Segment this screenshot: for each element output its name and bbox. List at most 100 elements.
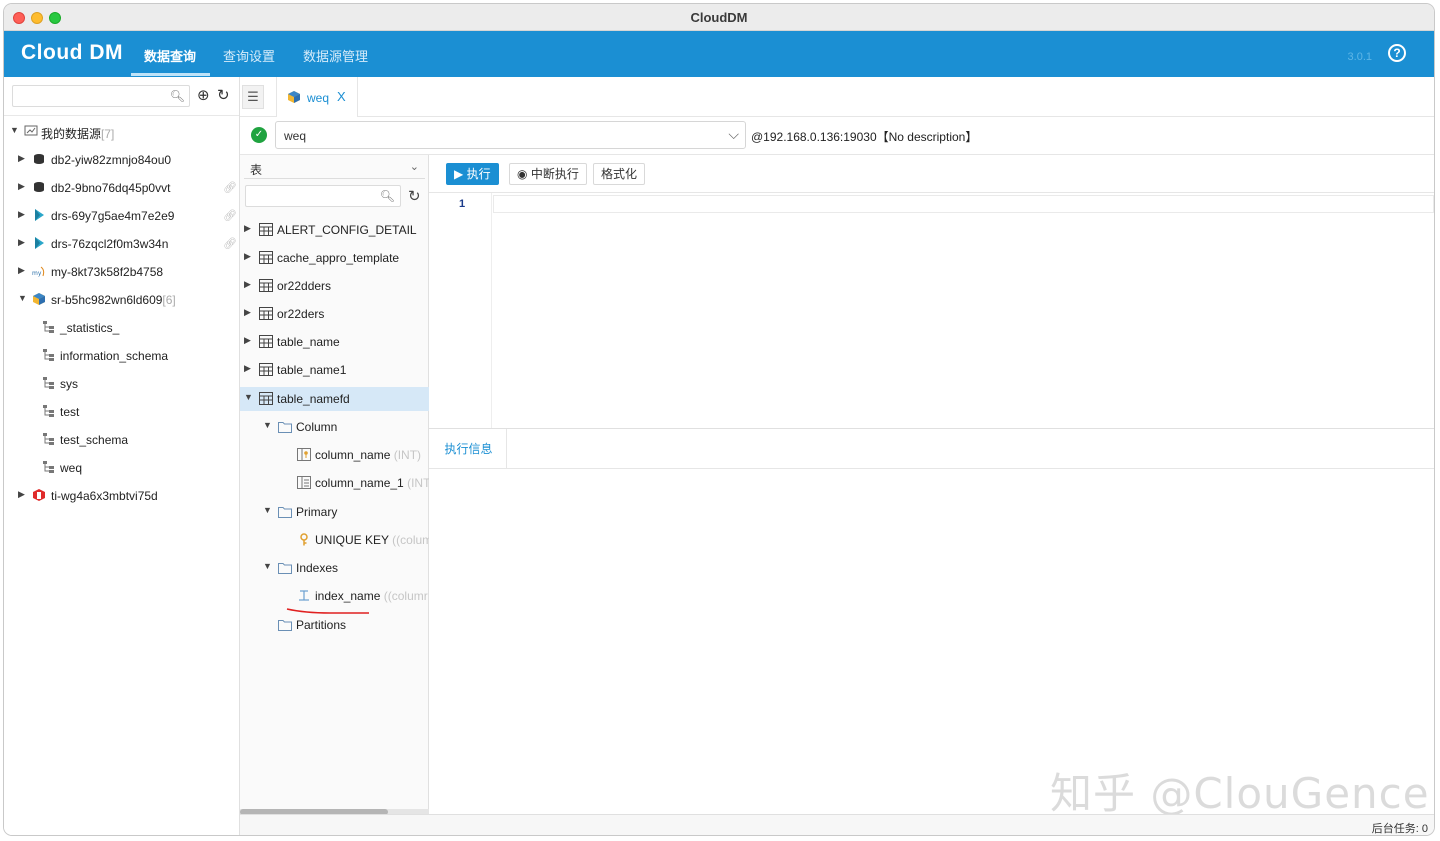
table-row[interactable]: ▶ or22ders xyxy=(240,302,429,326)
schema-label: _statistics_ xyxy=(60,321,120,335)
database-select[interactable]: weq ⌵ xyxy=(275,121,746,149)
tab-label: weq xyxy=(307,91,330,105)
collapsed-arrow-icon[interactable]: ▶ xyxy=(244,335,251,346)
nav-query-settings[interactable]: 查询设置 xyxy=(223,46,275,65)
app-logo: Cloud DM xyxy=(21,41,123,64)
schema-icon xyxy=(43,461,54,473)
table-icon xyxy=(259,307,273,320)
table-icon xyxy=(259,335,273,348)
table-row[interactable]: ▶ or22dders xyxy=(240,274,429,298)
column-row[interactable]: column_name (INT) xyxy=(240,443,429,467)
window-title: CloudDM xyxy=(690,10,748,25)
schema-item[interactable]: information_schema xyxy=(4,345,240,367)
folder-icon xyxy=(278,620,292,631)
expanded-arrow-icon[interactable]: ▼ xyxy=(263,561,272,571)
datasource-root-label: 我的数据源 xyxy=(41,127,102,141)
db2-icon xyxy=(34,182,44,192)
help-icon[interactable]: ? xyxy=(1388,44,1406,62)
stop-button[interactable]: ◉ 中断执行 xyxy=(509,163,587,185)
datasource-label: db2-9bno76dq45p0vvt xyxy=(51,181,171,195)
schema-label: test_schema xyxy=(60,433,129,447)
schema-item[interactable]: test_schema xyxy=(4,429,240,451)
primary-folder-row[interactable]: ▼ Primary xyxy=(240,500,429,524)
schema-item[interactable]: weq xyxy=(4,457,240,479)
schema-label: information_schema xyxy=(60,349,169,363)
schema-item[interactable]: test xyxy=(4,401,240,423)
close-tab-icon[interactable]: X xyxy=(337,89,346,104)
collapsed-arrow-icon[interactable]: ▶ xyxy=(18,265,25,276)
datasource-item[interactable]: ▶ ti-wg4a6x3mbtvi75d xyxy=(4,485,240,507)
column-folder-row[interactable]: ▼ Column xyxy=(240,415,429,439)
collapsed-arrow-icon[interactable]: ▶ xyxy=(18,181,25,192)
index-row[interactable]: index_name ((columr xyxy=(240,584,429,608)
run-button[interactable]: ▶︎ 执行 xyxy=(446,163,499,185)
datasource-search-input[interactable]: 🔍︎ xyxy=(12,85,190,107)
datasource-group-icon xyxy=(24,125,38,136)
datasource-root[interactable]: ▼ 我的数据源[7] xyxy=(4,121,240,143)
collapse-sidebar-icon[interactable]: ☰ xyxy=(242,85,264,109)
datasource-item[interactable]: ▶ db2-yiw82zmnjo84ou0 xyxy=(4,149,240,171)
table-icon xyxy=(259,363,273,376)
datasource-item[interactable]: ▶ drs-69y7g5ae4m7e2e9 🔗︎ xyxy=(4,205,240,227)
connection-description: @192.168.0.136:19030【No description】 xyxy=(751,130,978,144)
datasource-item[interactable]: ▶ db2-9bno76dq45p0vvt 🔗︎ xyxy=(4,177,240,199)
collapsed-arrow-icon[interactable]: ▶ xyxy=(244,251,251,262)
collapsed-arrow-icon[interactable]: ▶ xyxy=(244,223,251,234)
nav-data-query[interactable]: 数据查询 xyxy=(144,46,196,65)
partitions-folder-row[interactable]: Partitions xyxy=(240,613,429,637)
object-type-select[interactable]: 表 ⌄ xyxy=(244,157,425,179)
expanded-arrow-icon[interactable]: ▼ xyxy=(18,293,27,303)
table-row-selected[interactable]: ▼ table_namefd xyxy=(240,387,429,411)
expanded-arrow-icon[interactable]: ▼ xyxy=(263,505,272,515)
collapsed-arrow-icon[interactable]: ▶ xyxy=(18,209,25,220)
object-search-input[interactable]: 🔍︎ xyxy=(245,185,401,207)
expanded-arrow-icon[interactable]: ▼ xyxy=(263,420,272,430)
table-label: table_namefd xyxy=(277,392,350,406)
search-icon: 🔍︎ xyxy=(169,89,185,103)
table-row[interactable]: ▶ cache_appro_template xyxy=(240,246,429,270)
collapsed-arrow-icon[interactable]: ▶ xyxy=(18,153,25,164)
expanded-arrow-icon[interactable]: ▼ xyxy=(10,125,19,135)
datasource-item[interactable]: ▼ sr-b5hc982wn6ld609[6] xyxy=(4,289,240,311)
collapsed-arrow-icon[interactable]: ▶ xyxy=(18,237,25,248)
table-row[interactable]: ▶ ALERT_CONFIG_DETAIL xyxy=(240,218,429,242)
format-button[interactable]: 格式化 xyxy=(593,163,646,185)
table-row[interactable]: ▶ table_name1 xyxy=(240,358,429,382)
refresh-icon[interactable]: ↻ xyxy=(217,86,230,104)
background-tasks-status[interactable]: 后台任务: 0 xyxy=(1372,820,1428,835)
refresh-icon[interactable]: ↻ xyxy=(408,187,421,205)
schema-item[interactable]: sys xyxy=(4,373,240,395)
collapsed-arrow-icon[interactable]: ▶ xyxy=(18,489,25,500)
collapsed-arrow-icon[interactable]: ▶ xyxy=(244,307,251,318)
indexes-folder-row[interactable]: ▼ Indexes xyxy=(240,556,429,580)
table-label: or22ders xyxy=(277,307,325,321)
link-icon: 🔗︎ xyxy=(223,238,237,250)
datasource-item[interactable]: ▶ drs-76zqcl2f0m3w34n 🔗︎ xyxy=(4,233,240,255)
tab-weq[interactable]: weq X xyxy=(276,77,358,117)
tab-execution-info[interactable]: 执行信息 xyxy=(431,429,507,469)
table-row[interactable]: ▶ table_name xyxy=(240,330,429,354)
link-icon: 🔗︎ xyxy=(223,210,237,222)
datasource-item[interactable]: ▶ my my-8kt73k58f2b4758 xyxy=(4,261,240,283)
current-line-highlight xyxy=(493,195,1434,213)
key-label: UNIQUE KEY xyxy=(315,533,389,547)
starrocks-icon xyxy=(288,91,300,103)
collapsed-arrow-icon[interactable]: ▶ xyxy=(244,279,251,290)
expanded-arrow-icon[interactable]: ▼ xyxy=(244,392,253,402)
folder-icon xyxy=(278,563,292,574)
collapsed-arrow-icon[interactable]: ▶ xyxy=(244,363,251,374)
schema-label: test xyxy=(60,405,80,419)
key-row[interactable]: UNIQUE KEY ((colum xyxy=(240,528,429,552)
sql-editor[interactable]: 1 xyxy=(429,193,1434,429)
column-row[interactable]: column_name_1 (INT xyxy=(240,471,429,495)
nav-datasource-management[interactable]: 数据源管理 xyxy=(303,46,368,65)
column-key-icon xyxy=(297,448,311,461)
locate-icon[interactable]: ⊕ xyxy=(197,86,210,104)
search-icon: 🔍︎ xyxy=(379,189,395,203)
object-tree-panel: 表 ⌄ 🔍︎ ↻ ▶ ALERT_CONFIG_DETAIL ▶ cache_a… xyxy=(240,155,429,835)
folder-label: Partitions xyxy=(296,618,347,632)
schema-item[interactable]: _statistics_ xyxy=(4,317,240,339)
schema-label: sys xyxy=(60,377,78,391)
editor-toolbar: ▶︎ 执行 ◉ 中断执行 格式化 xyxy=(429,155,1434,193)
stop-button-label: 中断执行 xyxy=(530,167,579,181)
